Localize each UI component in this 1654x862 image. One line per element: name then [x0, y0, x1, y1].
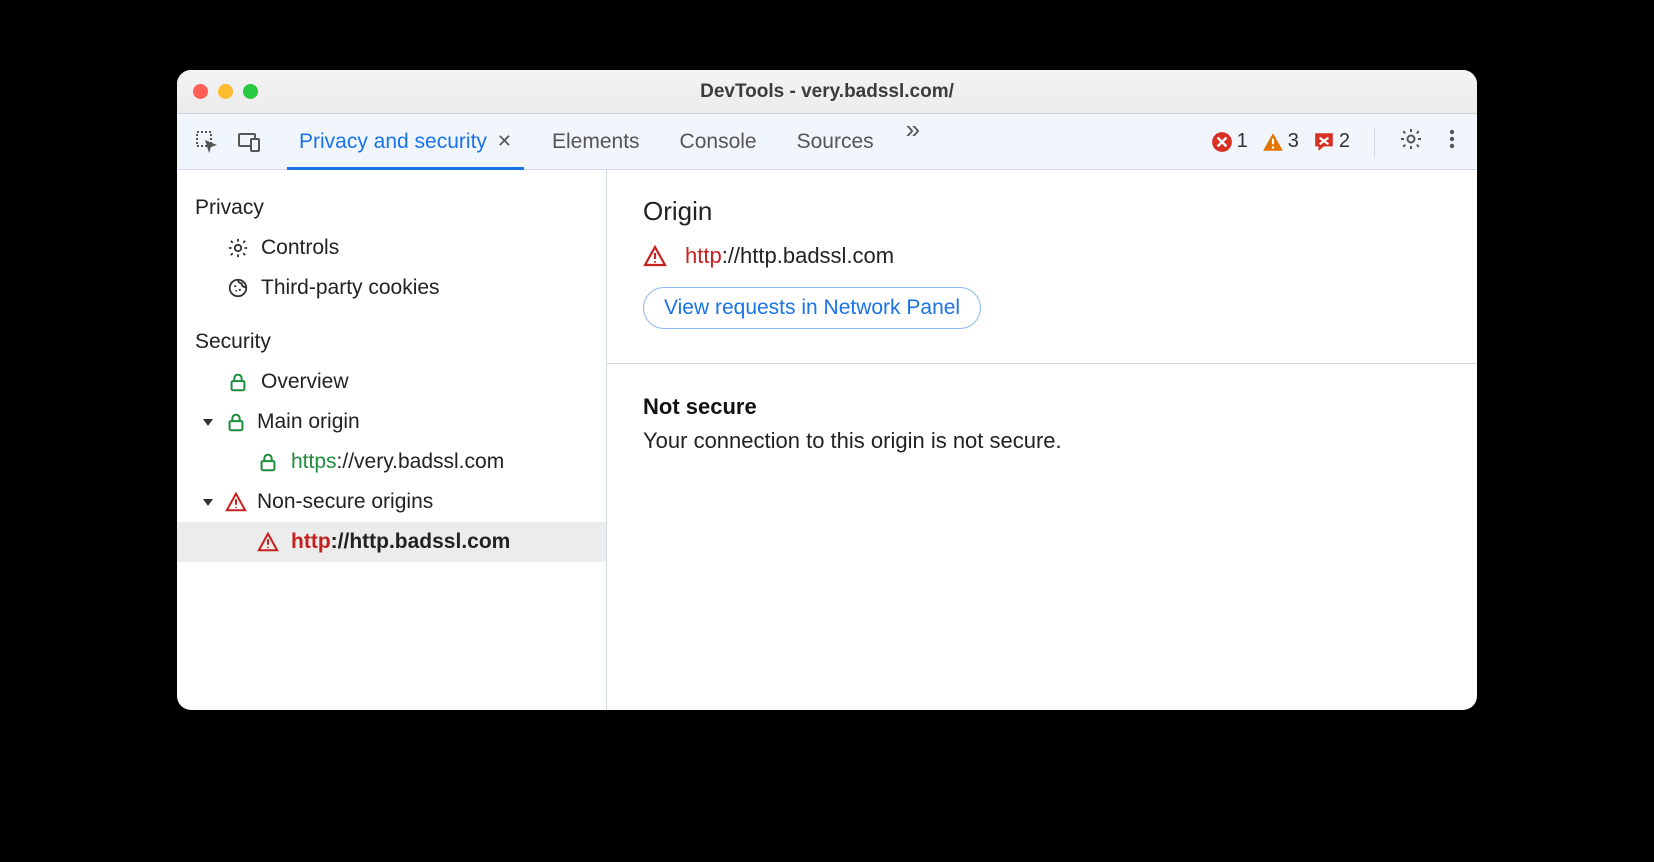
sidebar-item-main-origin[interactable]: Main origin: [177, 402, 606, 442]
origin-url: http://http.badssl.com: [685, 243, 894, 269]
url-scheme: http: [685, 243, 722, 268]
device-toolbar-icon[interactable]: [237, 130, 261, 154]
minimize-window-button[interactable]: [218, 84, 233, 99]
warnings-badge[interactable]: 3: [1262, 130, 1299, 153]
close-window-button[interactable]: [193, 84, 208, 99]
origin-detail-panel: Origin http://http.badssl.com View reque…: [607, 170, 1477, 710]
group-title-privacy: Privacy: [177, 188, 606, 228]
security-sidebar: Privacy Controls Third-party cookies: [177, 170, 607, 710]
warning-triangle-icon: [643, 244, 667, 268]
lock-icon: [225, 411, 247, 433]
sidebar-item-label: Main origin: [257, 410, 360, 434]
issue-icon: [1313, 131, 1335, 153]
window-titlebar: DevTools - very.badssl.com/: [177, 70, 1477, 114]
tab-privacy-security[interactable]: Privacy and security ✕: [279, 114, 532, 169]
chevron-down-icon: [203, 419, 213, 426]
url-scheme: http: [291, 530, 331, 553]
origin-url: https://very.badssl.com: [291, 450, 504, 474]
more-tabs-button[interactable]: »: [894, 114, 932, 169]
security-status-block: Not secure Your connection to this origi…: [607, 364, 1477, 484]
window-title: DevTools - very.badssl.com/: [177, 81, 1477, 103]
issues-badge[interactable]: 2: [1313, 130, 1350, 153]
url-scheme: https: [291, 450, 337, 473]
tab-label: Elements: [552, 130, 640, 154]
sidebar-item-label: Third-party cookies: [261, 276, 440, 300]
status-body: Your connection to this origin is not se…: [643, 428, 1441, 454]
separator: [1374, 127, 1375, 157]
tab-label: Console: [680, 130, 757, 154]
devtools-window: DevTools - very.badssl.com/ Privacy and …: [177, 70, 1477, 710]
warning-triangle-icon: [257, 531, 279, 553]
sidebar-item-origin-secure[interactable]: https://very.badssl.com: [177, 442, 606, 482]
url-rest: ://very.badssl.com: [337, 450, 505, 473]
lock-icon: [227, 371, 249, 393]
status-title: Not secure: [643, 394, 1441, 420]
more-menu-button[interactable]: [1437, 127, 1467, 157]
url-rest: ://http.badssl.com: [722, 243, 894, 268]
sidebar-item-label: Non-secure origins: [257, 490, 433, 514]
sidebar-item-label: Controls: [261, 236, 339, 260]
tab-label: Sources: [797, 130, 874, 154]
tab-elements[interactable]: Elements: [532, 114, 660, 169]
url-rest: ://http.badssl.com: [331, 530, 511, 553]
inspect-element-icon[interactable]: [195, 130, 219, 154]
zoom-window-button[interactable]: [243, 84, 258, 99]
group-title-security: Security: [177, 322, 606, 362]
tab-sources[interactable]: Sources: [777, 114, 894, 169]
tab-console[interactable]: Console: [660, 114, 777, 169]
tab-label: Privacy and security: [299, 130, 487, 154]
errors-badge[interactable]: 1: [1211, 130, 1248, 153]
issues-count: 2: [1339, 130, 1350, 153]
errors-count: 1: [1237, 130, 1248, 153]
kebab-icon: [1449, 127, 1455, 151]
sidebar-item-nonsecure-origins[interactable]: Non-secure origins: [177, 482, 606, 522]
settings-button[interactable]: [1399, 127, 1423, 157]
sidebar-item-overview[interactable]: Overview: [177, 362, 606, 402]
origin-url: http://http.badssl.com: [291, 530, 510, 554]
sidebar-item-cookies[interactable]: Third-party cookies: [177, 268, 606, 308]
origin-heading: Origin: [643, 196, 1441, 227]
close-tab-icon[interactable]: ✕: [497, 131, 512, 152]
lock-icon: [257, 451, 279, 473]
warning-triangle-icon: [225, 491, 247, 513]
view-network-requests-button[interactable]: View requests in Network Panel: [643, 287, 981, 329]
traffic-lights: [193, 84, 258, 99]
cookie-icon: [227, 277, 249, 299]
origin-block: Origin http://http.badssl.com View reque…: [607, 170, 1477, 364]
sidebar-item-origin-insecure[interactable]: http://http.badssl.com: [177, 522, 606, 562]
gear-icon: [227, 237, 249, 259]
sidebar-item-label: Overview: [261, 370, 349, 394]
warning-icon: [1262, 131, 1284, 153]
panel-body: Privacy Controls Third-party cookies: [177, 170, 1477, 710]
chevron-down-icon: [203, 499, 213, 506]
sidebar-item-controls[interactable]: Controls: [177, 228, 606, 268]
devtools-toolbar: Privacy and security ✕ Elements Console …: [177, 114, 1477, 170]
gear-icon: [1399, 127, 1423, 151]
error-icon: [1211, 131, 1233, 153]
warnings-count: 3: [1288, 130, 1299, 153]
origin-row: http://http.badssl.com: [643, 243, 1441, 269]
